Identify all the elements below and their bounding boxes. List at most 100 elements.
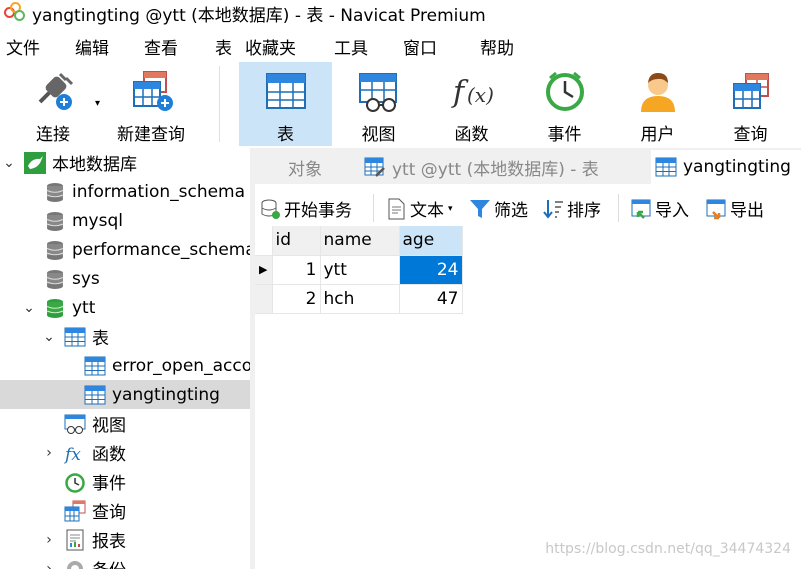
function-button[interactable]: f (x) 函数 — [425, 62, 518, 146]
tab-objects[interactable]: 对象 — [255, 150, 355, 184]
import-label: 导入 — [655, 201, 689, 221]
tree-group-events[interactable]: 事件 — [0, 467, 250, 496]
filter-label: 筛选 — [494, 201, 528, 221]
tree-db-sys[interactable]: sys — [0, 264, 250, 293]
chevron-down-icon[interactable]: ⌄ — [22, 300, 36, 316]
user-label: 用户 — [640, 125, 675, 145]
view-label: 视图 — [361, 125, 396, 145]
clock-icon — [64, 471, 86, 493]
table-row[interactable]: 2 hch 47 — [255, 284, 463, 314]
row-marker-current-icon[interactable]: ▶ — [255, 255, 273, 285]
tree-db-label: performance_schema — [72, 239, 250, 260]
begin-transaction-button[interactable]: 开始事务 — [259, 196, 352, 221]
tree-group-backup[interactable]: › 备份 — [0, 554, 250, 569]
tab-label: yangtingting — [683, 157, 791, 177]
cell-id[interactable]: 2 — [272, 284, 321, 314]
query-button[interactable]: 查询 — [704, 62, 797, 146]
tab-yangtingting[interactable]: yangtingting — [651, 150, 801, 184]
cell-id[interactable]: 1 — [272, 255, 321, 285]
grid-corner — [255, 226, 273, 256]
text-label: 文本 — [410, 201, 444, 221]
title-bar: yangtingting @ytt (本地数据库) - 表 - Navicat … — [0, 0, 801, 26]
tree-db-label: mysql — [72, 210, 123, 231]
chevron-down-icon[interactable]: ⌄ — [2, 155, 16, 171]
tree-db-performance-schema[interactable]: performance_schema — [0, 235, 250, 264]
table-edit-icon — [364, 156, 386, 178]
clock-icon — [542, 68, 588, 114]
export-button[interactable]: 导出 — [705, 196, 764, 221]
tree-group-label: 查询 — [92, 503, 126, 523]
chevron-right-icon[interactable]: › — [42, 532, 56, 548]
menu-file[interactable]: 文件 — [6, 34, 40, 59]
window-title: yangtingting @ytt (本地数据库) - 表 - Navicat … — [32, 5, 486, 26]
tree-group-views[interactable]: 视图 — [0, 409, 250, 438]
menu-favorites[interactable]: 收藏夹 — [245, 34, 296, 59]
view-button[interactable]: 视图 — [332, 62, 425, 146]
user-icon — [635, 68, 681, 114]
tree-db-information-schema[interactable]: information_schema — [0, 177, 250, 206]
import-button[interactable]: 导入 — [630, 196, 689, 221]
tab-bar: 对象 ytt @ytt (本地数据库) - 表 yangtingting — [255, 148, 801, 184]
sort-button[interactable]: 排序 — [542, 196, 601, 221]
tree-group-reports[interactable]: › 报表 — [0, 525, 250, 554]
event-button[interactable]: 事件 — [518, 62, 611, 146]
chevron-down-icon[interactable]: ⌄ — [42, 329, 56, 345]
query-icon — [64, 500, 86, 522]
tree-table-error-open-acco[interactable]: error_open_acco — [0, 351, 250, 380]
row-marker[interactable] — [255, 284, 273, 314]
cell-age[interactable]: 24 — [399, 255, 463, 285]
tree-db-mysql[interactable]: mysql — [0, 206, 250, 235]
text-button[interactable]: 文本 ▾ — [385, 196, 453, 221]
tree-group-tables[interactable]: ⌄ 表 — [0, 322, 250, 351]
chevron-right-icon[interactable]: › — [42, 561, 56, 569]
tree-db-label: ytt — [72, 297, 96, 318]
cell-name[interactable]: hch — [320, 284, 400, 314]
watermark-text: https://blog.csdn.net/qq_34474324 — [545, 541, 791, 557]
new-query-icon — [128, 68, 174, 114]
tree-connection-local[interactable]: ⌄ 本地数据库 — [0, 148, 250, 177]
database-icon — [44, 239, 66, 261]
tree-table-label: error_open_acco — [112, 355, 250, 376]
cell-name[interactable]: ytt — [320, 255, 400, 285]
connection-tree: ⌄ 本地数据库 information_schema mysql perform… — [0, 148, 250, 569]
grid-header-row: id name age — [255, 226, 463, 256]
table-row[interactable]: ▶ 1 ytt 24 — [255, 255, 463, 285]
database-open-icon — [44, 297, 66, 319]
menu-tools[interactable]: 工具 — [334, 34, 368, 59]
chevron-right-icon[interactable]: › — [42, 445, 56, 461]
menu-table[interactable]: 表 — [215, 34, 232, 59]
tree-group-queries[interactable]: 查询 — [0, 496, 250, 525]
chevron-down-icon[interactable]: ▾ — [448, 204, 453, 214]
table-label: 表 — [277, 125, 294, 145]
connect-button[interactable]: 连接 — [8, 62, 98, 146]
tree-table-yangtingting[interactable]: yangtingting — [0, 380, 250, 409]
column-header-age[interactable]: age — [399, 226, 463, 256]
tab-label: ytt @ytt (本地数据库) - 表 — [392, 159, 599, 180]
tree-db-ytt[interactable]: ⌄ ytt — [0, 293, 250, 322]
user-button[interactable]: 用户 — [611, 62, 704, 146]
menu-help[interactable]: 帮助 — [480, 34, 514, 59]
tab-ytt-tables[interactable]: ytt @ytt (本地数据库) - 表 — [358, 150, 648, 184]
connect-label: 连接 — [36, 125, 70, 145]
menu-view[interactable]: 查看 — [144, 34, 178, 59]
column-header-name[interactable]: name — [320, 226, 400, 256]
menu-window[interactable]: 窗口 — [403, 34, 437, 59]
tab-label: 对象 — [288, 159, 322, 180]
begin-transaction-label: 开始事务 — [284, 201, 352, 221]
query-label: 查询 — [733, 125, 768, 145]
navicat-logo-icon — [4, 2, 26, 24]
tree-group-functions[interactable]: › fx 函数 — [0, 438, 250, 467]
new-query-button[interactable]: 新建查询 — [108, 62, 194, 146]
menu-edit[interactable]: 编辑 — [75, 34, 109, 59]
backup-icon — [64, 558, 86, 569]
view-icon — [64, 413, 86, 435]
cell-age[interactable]: 47 — [399, 284, 463, 314]
connect-dropdown-arrow-icon[interactable]: ▾ — [95, 98, 100, 109]
filter-button[interactable]: 筛选 — [469, 196, 528, 221]
column-header-id[interactable]: id — [272, 226, 321, 256]
table-button[interactable]: 表 — [239, 62, 332, 146]
function-fx-icon: fx — [63, 442, 86, 465]
report-icon — [64, 529, 86, 551]
menu-bar: 文件 编辑 查看 表 收藏夹 工具 窗口 帮助 — [0, 30, 801, 60]
export-label: 导出 — [730, 201, 764, 221]
